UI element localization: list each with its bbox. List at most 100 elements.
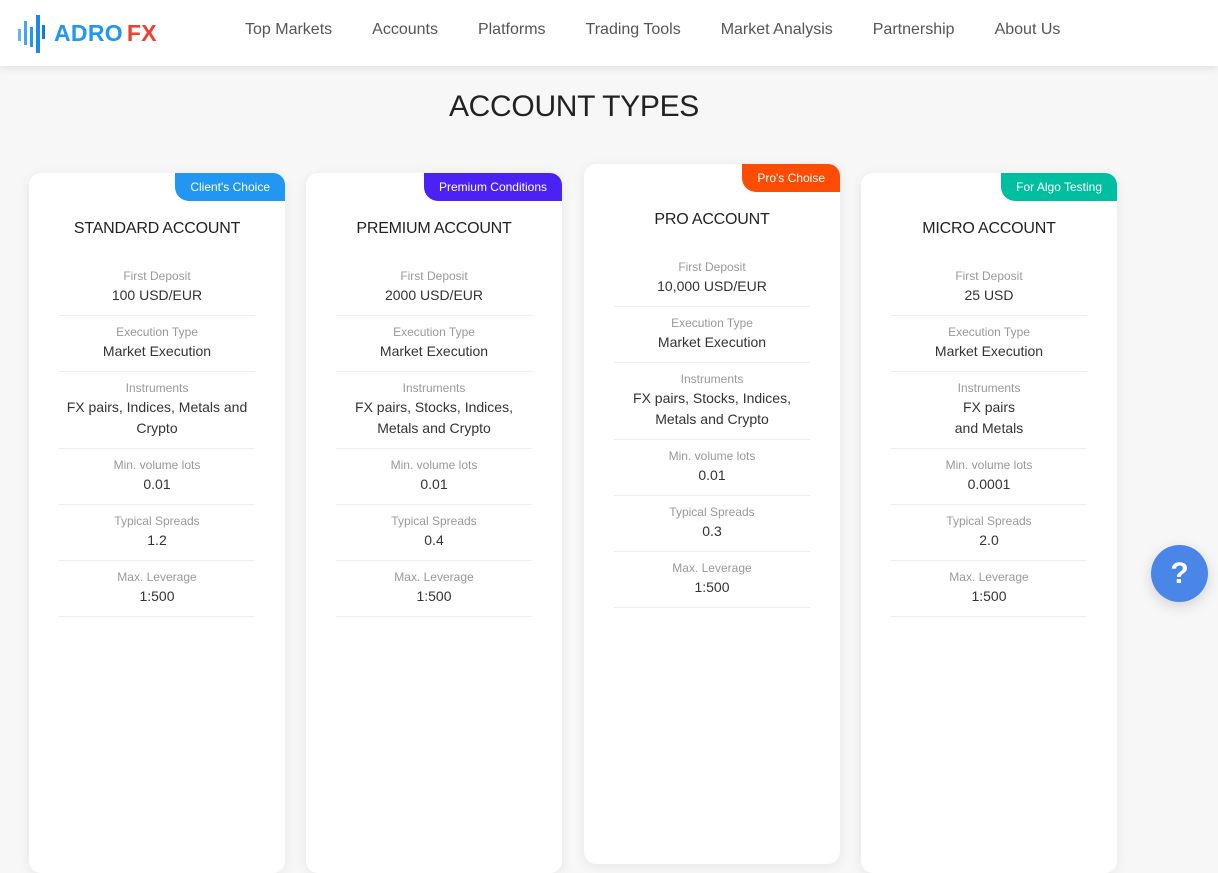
spec-value: 0.01: [143, 476, 171, 492]
spec-value: FX pairs, Stocks, Indices, Metals and Cr…: [355, 399, 513, 436]
spec-label: Execution Type: [116, 325, 198, 339]
spec-value: 0.01: [420, 476, 448, 492]
spec-row: Max. Leverage 1:500: [336, 561, 532, 617]
spec-row: First Deposit 10,000 USD/EUR: [614, 258, 810, 307]
spec-value: 10,000 USD/EUR: [657, 278, 767, 294]
spec-value: 1:500: [139, 588, 175, 604]
spec-row: Min. volume lots 0.0001: [891, 449, 1087, 505]
spec-row: Instruments FX pairs, Stocks, Indices, Me…: [614, 363, 810, 440]
spec-value: Market Execution: [102, 343, 212, 359]
nav-market-analysis[interactable]: Market Analysis: [701, 20, 853, 40]
spec-label: Min. volume lots: [113, 458, 201, 472]
spec-value: 1:500: [694, 579, 730, 595]
question-mark-icon: ?: [1170, 556, 1189, 590]
spec-label: First Deposit: [123, 269, 191, 283]
spec-value: Market Execution: [657, 334, 767, 350]
spec-row: Execution Type Market Execution: [336, 316, 532, 372]
bar-chart-logo-icon: [18, 15, 45, 53]
spec-value: FX pairs and Metals: [954, 399, 1024, 436]
spec-row: First Deposit 100 USD/EUR: [59, 267, 255, 316]
spec-value: 1.2: [147, 532, 167, 548]
spec-row: Instruments FX pairs and Metals: [891, 372, 1087, 449]
spec-row: First Deposit 2000 USD/EUR: [336, 267, 532, 316]
spec-value: 100 USD/EUR: [111, 287, 203, 303]
spec-row: Instruments FX pairs, Stocks, Indices, Me…: [336, 372, 532, 449]
spec-label: Min. volume lots: [668, 449, 756, 463]
nav-platforms[interactable]: Platforms: [458, 20, 566, 40]
spec-label: Typical Spreads: [114, 514, 200, 528]
help-button[interactable]: ?: [1151, 545, 1208, 602]
account-title: MICRO ACCOUNT: [922, 220, 1056, 237]
spec-value: FX pairs, Indices, Metals and Crypto: [66, 399, 248, 436]
logo-text-accent: FX: [126, 19, 157, 46]
spec-label: Instruments: [957, 381, 1021, 395]
spec-row: Execution Type Market Execution: [59, 316, 255, 372]
spec-label: Typical Spreads: [946, 514, 1032, 528]
spec-value: 2.0: [979, 532, 999, 548]
spec-row: Max. Leverage 1:500: [891, 561, 1087, 617]
spec-value: 0.3: [702, 523, 722, 539]
nav-about-us[interactable]: About Us: [975, 20, 1081, 40]
account-card-pro: Pro's Choise PRO ACCOUNT First Deposit 10,0…: [584, 164, 840, 864]
spec-row: Max. Leverage 1:500: [59, 561, 255, 617]
spec-label: First Deposit: [400, 269, 468, 283]
spec-value: Market Execution: [379, 343, 489, 359]
spec-label: Max. Leverage: [672, 561, 752, 575]
spec-row: Min. volume lots 0.01: [336, 449, 532, 505]
account-specs: First Deposit 10,000 USD/EUR Execution Typ…: [614, 258, 810, 608]
spec-label: Typical Spreads: [391, 514, 477, 528]
account-specs: First Deposit 2000 USD/EUR Execution Type M…: [336, 267, 532, 617]
nav-trading-tools[interactable]: Trading Tools: [566, 20, 701, 40]
nav-accounts[interactable]: Accounts: [352, 20, 458, 40]
spec-label: Instruments: [125, 381, 189, 395]
spec-label: Execution Type: [948, 325, 1030, 339]
spec-value: 1:500: [971, 588, 1007, 604]
spec-label: Execution Type: [671, 316, 753, 330]
spec-value: 0.01: [698, 467, 726, 483]
spec-row: Typical Spreads 1.2: [59, 505, 255, 561]
spec-label: Max. Leverage: [394, 570, 474, 584]
spec-value: 1:500: [416, 588, 452, 604]
page-title: ACCOUNT TYPES: [448, 90, 700, 123]
spec-value: 0.4: [424, 532, 444, 548]
account-specs: First Deposit 100 USD/EUR Execution Type Ma…: [59, 267, 255, 617]
logo[interactable]: ADRO FX: [18, 8, 157, 58]
spec-row: Max. Leverage 1:500: [614, 552, 810, 608]
account-badge: Client's Choice: [175, 173, 285, 201]
spec-row: Min. volume lots 0.01: [614, 440, 810, 496]
spec-value: FX pairs, Stocks, Indices, Metals and Cr…: [633, 390, 791, 427]
account-title: PREMIUM ACCOUNT: [356, 220, 512, 237]
spec-row: Typical Spreads 2.0: [891, 505, 1087, 561]
spec-label: First Deposit: [678, 260, 746, 274]
spec-label: Max. Leverage: [117, 570, 197, 584]
spec-value: 2000 USD/EUR: [384, 287, 484, 303]
spec-label: Max. Leverage: [949, 570, 1029, 584]
nav-top-markets[interactable]: Top Markets: [225, 20, 352, 40]
spec-row: Execution Type Market Execution: [891, 316, 1087, 372]
account-badge: For Algo Testing: [1001, 173, 1117, 201]
account-title: STANDARD ACCOUNT: [73, 220, 241, 237]
spec-row: First Deposit 25 USD: [891, 267, 1087, 316]
spec-value: 0.0001: [967, 476, 1011, 492]
spec-label: Min. volume lots: [390, 458, 478, 472]
site-header: ADRO FX Top Markets Accounts Platforms T…: [0, 0, 1218, 66]
account-badge: Pro's Choise: [742, 164, 840, 192]
logo-text-primary: ADRO: [54, 19, 123, 46]
account-card-micro: For Algo Testing MICRO ACCOUNT First Depos…: [861, 173, 1117, 873]
account-specs: First Deposit 25 USD Execution Type Market …: [891, 267, 1087, 617]
spec-value: Market Execution: [934, 343, 1044, 359]
main-nav: Top Markets Accounts Platforms Trading T…: [225, 0, 1080, 66]
spec-label: Instruments: [680, 372, 744, 386]
account-badge: Premium Conditions: [423, 173, 562, 201]
spec-label: First Deposit: [955, 269, 1023, 283]
spec-row: Typical Spreads 0.4: [336, 505, 532, 561]
spec-row: Min. volume lots 0.01: [59, 449, 255, 505]
account-card-premium: Premium Conditions PREMIUM ACCOUNT First D…: [306, 173, 562, 873]
spec-label: Instruments: [402, 381, 466, 395]
spec-row: Instruments FX pairs, Indices, Metals and…: [59, 372, 255, 449]
spec-label: Execution Type: [393, 325, 475, 339]
spec-label: Min. volume lots: [945, 458, 1033, 472]
nav-partnership[interactable]: Partnership: [853, 20, 975, 40]
spec-row: Typical Spreads 0.3: [614, 496, 810, 552]
spec-row: Execution Type Market Execution: [614, 307, 810, 363]
